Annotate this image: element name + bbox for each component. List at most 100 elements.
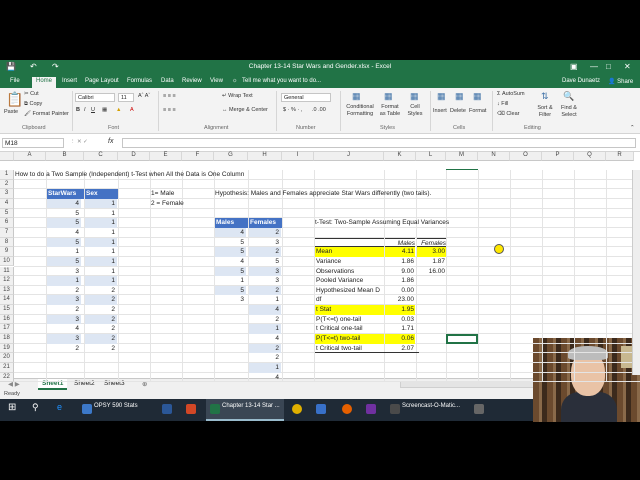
wrap-text-button[interactable]: ↵ Wrap Text [222,93,253,99]
delete-cells-button[interactable]: Delete [450,108,466,114]
column-header[interactable]: O [510,152,542,161]
row-header[interactable]: 6 [0,218,14,228]
screencast-icon[interactable] [390,404,400,414]
font-size-select[interactable]: 11 [118,93,134,102]
row-header[interactable]: 9 [0,247,14,257]
tab-review[interactable]: Review [182,78,202,84]
align-top-icon[interactable]: ≡ ≡ ≡ [163,93,176,99]
column-header[interactable]: G [214,152,248,161]
column-header[interactable]: Q [574,152,606,161]
row-header[interactable]: 11 [0,266,14,277]
row-header[interactable]: 15 [0,305,14,315]
ribbon-options-icon[interactable]: ▣ [570,62,578,71]
row-header[interactable]: 19 [0,343,14,354]
font-grow-icon[interactable]: Aˆ Aˇ [138,93,150,99]
italic-button[interactable]: I [84,107,86,113]
row-header[interactable]: 21 [0,363,14,373]
search-icon[interactable]: ⚲ [32,402,39,416]
format-painter-button[interactable]: 🖌 Format Painter [24,111,69,117]
column-header[interactable]: K [384,152,416,161]
column-header[interactable]: A [14,152,46,161]
powerpoint-icon[interactable] [186,404,196,414]
insert-cells-button[interactable]: Insert [433,108,447,114]
column-header[interactable]: L [416,152,446,161]
row-header[interactable]: 3 [0,189,14,199]
format-as-table-button[interactable]: Format as Table [378,104,402,118]
taskbar-item-stats[interactable]: OPSY 590 Stats [94,403,138,417]
windows-start-icon[interactable]: ⊞ [8,402,16,416]
merge-center-button[interactable]: ↔ Merge & Center [222,107,268,113]
find-select-icon[interactable]: 🔍 [563,91,574,102]
cell-styles-icon[interactable]: ▦ [410,91,419,102]
minimize-icon[interactable]: — [590,62,598,71]
conditional-formatting-icon[interactable]: ▦ [352,91,361,102]
user-name[interactable]: Dave Dunaetz [562,78,600,84]
taskbar-item-excel[interactable]: Chapter 13-14 Star ... [222,403,280,417]
clear-button[interactable]: ⌫ Clear [497,111,519,117]
column-header[interactable]: B [46,152,84,161]
insert-cells-icon[interactable]: ▦ [437,91,446,102]
column-header[interactable]: C [84,152,118,161]
recorder-icon[interactable] [474,404,484,414]
conditional-formatting-button[interactable]: Conditional Formatting [343,104,377,118]
format-cells-button[interactable]: Format [469,108,486,114]
taskbar-item-screencast[interactable]: Screencast-O-Matic... [402,403,460,417]
word-icon[interactable] [162,404,172,414]
currency-icon[interactable]: $ · % · , [283,107,302,113]
delete-cells-icon[interactable]: ▦ [455,91,464,102]
formula-input[interactable] [122,138,636,148]
chrome-icon[interactable] [292,404,302,414]
font-name-select[interactable]: Calibri [75,93,115,102]
firefox-icon[interactable] [342,404,352,414]
tab-home[interactable]: Home [32,77,57,88]
format-cells-icon[interactable]: ▦ [473,91,482,102]
column-header[interactable]: M [446,152,478,161]
column-header[interactable]: N [478,152,510,161]
vertical-scrollbar[interactable] [632,170,640,375]
row-header[interactable]: 10 [0,256,14,267]
font-color-icon[interactable]: A [130,107,134,113]
find-select-button[interactable]: Find & Select [557,105,581,119]
fx-icon[interactable]: fx [108,138,113,145]
row-header[interactable]: 2 [0,179,14,190]
cell-styles-button[interactable]: Cell Styles [405,104,425,118]
decimal-icon[interactable]: .0 .00 [312,107,326,113]
row-header[interactable]: 17 [0,324,14,335]
row-header[interactable]: 7 [0,227,14,238]
select-all-corner[interactable] [0,152,14,161]
column-header[interactable]: D [118,152,150,161]
share-button[interactable]: 👤 Share [608,78,633,85]
align-left-icon[interactable]: ≡ ≡ ≡ [163,107,176,113]
copy-button[interactable]: ⧉ Copy [24,101,42,108]
column-header[interactable]: E [150,152,182,161]
row-header[interactable]: 20 [0,353,14,363]
stats-app-icon[interactable] [82,404,92,414]
name-box[interactable]: M18 [2,138,64,148]
maximize-icon[interactable]: □ [606,62,611,71]
tab-data[interactable]: Data [161,78,174,84]
fill-button[interactable]: ↓ Fill [497,101,508,107]
autosum-button[interactable]: Σ AutoSum [497,91,525,97]
row-header[interactable]: 12 [0,276,14,286]
collapse-ribbon-icon[interactable]: ⌃ [630,125,635,131]
formula-bar-buttons[interactable]: ⋮ ✕ ✓ [70,139,88,145]
cut-button[interactable]: ✂ Cut [24,91,39,97]
row-header[interactable]: 13 [0,285,14,296]
column-header[interactable]: H [248,152,282,161]
column-header[interactable]: R [606,152,634,161]
column-header[interactable]: F [182,152,214,161]
column-header[interactable]: I [282,152,314,161]
tab-file[interactable]: File [10,78,20,84]
paste-icon[interactable]: 📋 [6,91,23,108]
column-header[interactable]: P [542,152,574,161]
excel-icon[interactable] [210,404,220,414]
underline-button[interactable]: U [91,107,95,113]
row-header[interactable]: 4 [0,198,14,209]
row-header[interactable]: 8 [0,237,14,248]
row-header[interactable]: 1 [0,170,14,180]
row-header[interactable]: 18 [0,334,14,344]
tab-view[interactable]: View [210,78,223,84]
edge-icon[interactable]: e [57,402,62,416]
tell-me-input[interactable]: Tell me what you want to do... [242,78,321,84]
row-header[interactable]: 14 [0,295,14,306]
